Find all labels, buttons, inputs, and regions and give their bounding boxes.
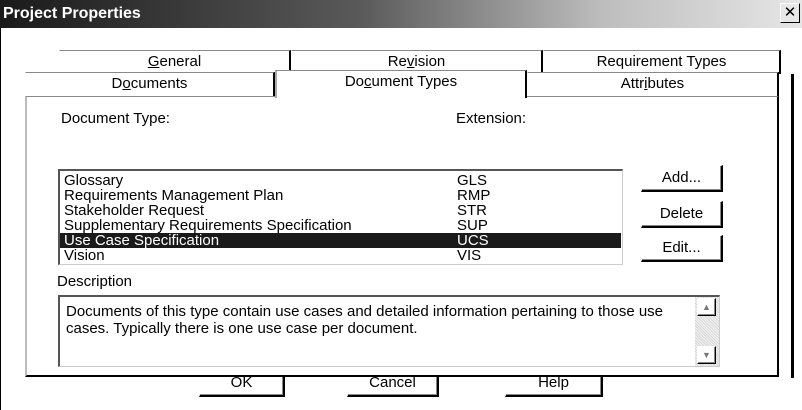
document-type-header: Document Type: <box>61 110 170 127</box>
document-type-name: Stakeholder Request <box>64 202 205 219</box>
tab-stack-shadow <box>791 74 794 378</box>
tab-label: Documents <box>111 75 188 92</box>
document-type-extension: STR <box>457 202 487 219</box>
description-text: Documents of this type contain use cases… <box>66 303 664 337</box>
document-type-extension: GLS <box>457 172 488 189</box>
edit-button[interactable]: Edit... <box>641 235 723 262</box>
document-type-name: Vision <box>64 247 105 264</box>
delete-button[interactable]: Delete <box>641 201 723 228</box>
document-type-extension: VIS <box>457 247 482 264</box>
document-type-name: Requirements Management Plan <box>64 187 284 204</box>
list-item[interactable]: Requirements Management Plan RMP <box>60 188 621 203</box>
description-label: Description <box>57 273 133 290</box>
close-icon: ✕ <box>783 4 797 21</box>
document-type-name: Supplementary Requirements Specification <box>64 217 352 234</box>
description-scrollbar[interactable]: ▲ ▼ <box>695 297 719 366</box>
document-type-extension: RMP <box>457 187 491 204</box>
list-item[interactable]: Supplementary Requirements Specification… <box>60 218 621 233</box>
scroll-down-button[interactable]: ▼ <box>697 346 716 364</box>
tab-label: General <box>147 53 202 70</box>
document-type-name: Use Case Specification <box>64 232 220 249</box>
list-item[interactable]: Stakeholder Request STR <box>60 203 621 218</box>
tab-label: Attributes <box>620 75 685 92</box>
tab-label: Document Types <box>344 73 458 90</box>
title-bar[interactable]: Project Properties ✕ <box>0 0 802 28</box>
tab-requirement-types[interactable]: Requirement Types <box>543 50 781 74</box>
window-title: Project Properties <box>3 5 141 22</box>
list-item[interactable]: Vision VIS <box>60 248 621 263</box>
document-types-panel: Document Type: Extension: Glossary GLS R… <box>25 96 779 377</box>
dialog-body: General Revision Requirement Types Docum… <box>0 28 802 410</box>
document-type-extension: UCS <box>457 232 489 249</box>
triangle-down-icon: ▼ <box>702 350 711 360</box>
list-item[interactable]: Use Case Specification UCS <box>60 233 621 248</box>
scroll-up-button[interactable]: ▲ <box>697 298 716 316</box>
list-item[interactable]: Glossary GLS <box>60 173 621 188</box>
tab-general[interactable]: General <box>59 50 291 74</box>
extension-header: Extension: <box>456 110 527 127</box>
triangle-up-icon: ▲ <box>702 302 711 312</box>
description-box[interactable]: Documents of this type contain use cases… <box>58 295 720 367</box>
document-type-list[interactable]: Glossary GLS Requirements Management Pla… <box>58 169 623 265</box>
tab-label: Requirement Types <box>596 53 727 70</box>
close-button[interactable]: ✕ <box>780 3 800 23</box>
tab-document-types[interactable]: Document Types <box>275 70 527 98</box>
document-type-extension: SUP <box>457 217 488 234</box>
tab-attributes[interactable]: Attributes <box>527 72 779 96</box>
tab-label: Revision <box>387 53 446 70</box>
document-type-name: Glossary <box>64 172 124 189</box>
tab-documents[interactable]: Documents <box>25 72 275 96</box>
add-button[interactable]: Add... <box>641 165 723 192</box>
